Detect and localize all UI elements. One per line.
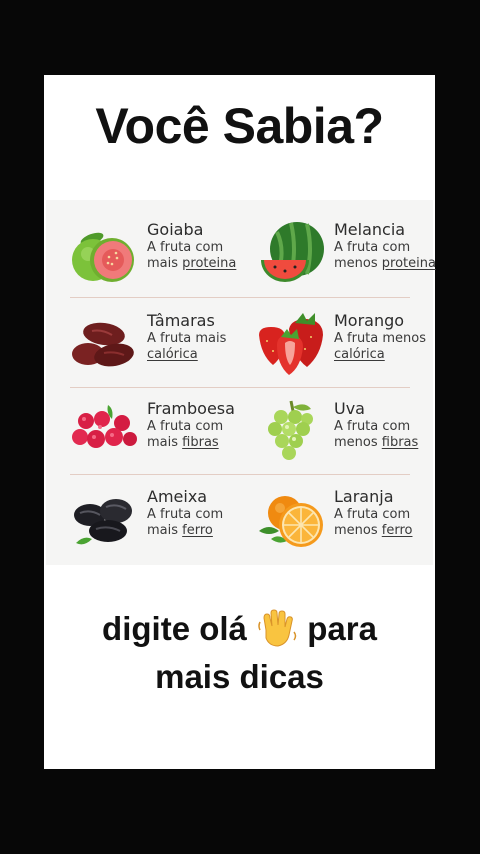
desc-line-2: menos proteina <box>334 256 438 272</box>
desc-line-2: calórica <box>334 347 438 363</box>
desc-line-2: menos ferro <box>334 523 438 539</box>
cta-text-before: digite olá <box>102 610 247 647</box>
desc-prefix: mais <box>147 256 183 271</box>
call-to-action: digite olá para mais dicas <box>44 605 435 701</box>
desc-keyword: calórica <box>147 347 198 362</box>
fruit-description: A fruta mais calórica <box>147 331 251 363</box>
fruit-item-goiaba: Goiaba A fruta com mais proteina <box>58 216 248 296</box>
prunes-icon <box>74 499 132 545</box>
desc-line-1: A fruta menos <box>334 331 427 346</box>
desc-line-1: A fruta com <box>147 419 224 434</box>
desc-keyword: fibras <box>182 435 219 450</box>
orange-icon <box>259 496 323 547</box>
fruit-item-laranja: Laranja A fruta com menos ferro <box>245 483 435 563</box>
info-card: Você Sabia? Goiaba A fruta com mais prot… <box>44 75 438 769</box>
dates-icon <box>72 322 134 367</box>
fruit-name: Melancia <box>334 220 406 239</box>
desc-line-2: mais fibras <box>147 435 251 451</box>
desc-prefix: menos <box>334 523 382 538</box>
fruit-item-melancia: Melancia A fruta com menos proteina <box>245 216 438 296</box>
fruit-description: A fruta com mais fibras <box>147 419 251 451</box>
fruit-item-uva: Uva A fruta com menos fibras <box>245 395 435 475</box>
fruit-item-ameixa: Ameixa A fruta com mais ferro <box>58 483 248 563</box>
fruit-description: A fruta com mais proteina <box>147 240 251 272</box>
desc-keyword: fibras <box>381 435 419 450</box>
desc-keyword: ferro <box>182 523 213 538</box>
desc-line-1: A fruta com <box>334 240 411 255</box>
fruit-comparison-panel: Goiaba A fruta com mais proteina Melanci… <box>46 200 438 565</box>
desc-line-2: mais ferro <box>147 523 251 539</box>
cta-line-1: digite olá para <box>44 605 435 653</box>
fruit-description: A fruta com menos ferro <box>334 507 438 539</box>
guava-icon <box>72 232 134 282</box>
fruit-name: Uva <box>334 399 365 418</box>
fruit-name: Ameixa <box>147 487 208 506</box>
row-divider <box>70 297 410 298</box>
watermelon-icon <box>261 222 324 282</box>
desc-line-1: A fruta mais <box>147 331 227 346</box>
desc-prefix: mais <box>147 523 183 538</box>
desc-line-2: calórica <box>147 347 251 363</box>
row-divider <box>70 387 410 388</box>
desc-keyword: ferro <box>381 523 413 538</box>
desc-line-1: A fruta com <box>147 507 224 522</box>
waving-hand-icon <box>258 609 297 647</box>
fruit-name: Laranja <box>334 487 394 506</box>
desc-prefix: menos <box>334 435 382 450</box>
fruit-name: Tâmaras <box>147 311 215 330</box>
fruit-item-tamaras: Tâmaras A fruta mais calórica <box>58 307 248 387</box>
desc-line-1: A fruta com <box>334 507 411 522</box>
page-title: Você Sabia? <box>95 98 384 154</box>
desc-keyword: calórica <box>334 347 385 362</box>
fruit-description: A fruta com menos proteina <box>334 240 438 272</box>
fruit-description: A fruta com mais ferro <box>147 507 251 539</box>
cta-text-after: para <box>307 610 377 647</box>
desc-keyword: proteina <box>381 256 436 271</box>
fruit-item-framboesa: Framboesa A fruta com mais fibras <box>58 395 248 475</box>
fruit-name: Framboesa <box>147 399 235 418</box>
desc-prefix: mais <box>147 435 183 450</box>
fruit-name: Goiaba <box>147 220 204 239</box>
desc-line-2: mais proteina <box>147 256 251 272</box>
fruit-name: Morango <box>334 311 405 330</box>
desc-line-1: A fruta com <box>334 419 411 434</box>
cta-line-2: mais dicas <box>155 658 324 695</box>
desc-keyword: proteina <box>182 256 237 271</box>
strawberry-icon <box>259 313 323 375</box>
fruit-item-morango: Morango A fruta menos calórica <box>245 307 435 387</box>
raspberry-icon <box>72 405 137 448</box>
fruit-description: A fruta menos calórica <box>334 331 438 363</box>
desc-prefix: menos <box>334 256 382 271</box>
desc-line-2: menos fibras <box>334 435 438 451</box>
grapes-icon <box>268 400 313 460</box>
desc-line-1: A fruta com <box>147 240 224 255</box>
fruit-description: A fruta com menos fibras <box>334 419 438 451</box>
